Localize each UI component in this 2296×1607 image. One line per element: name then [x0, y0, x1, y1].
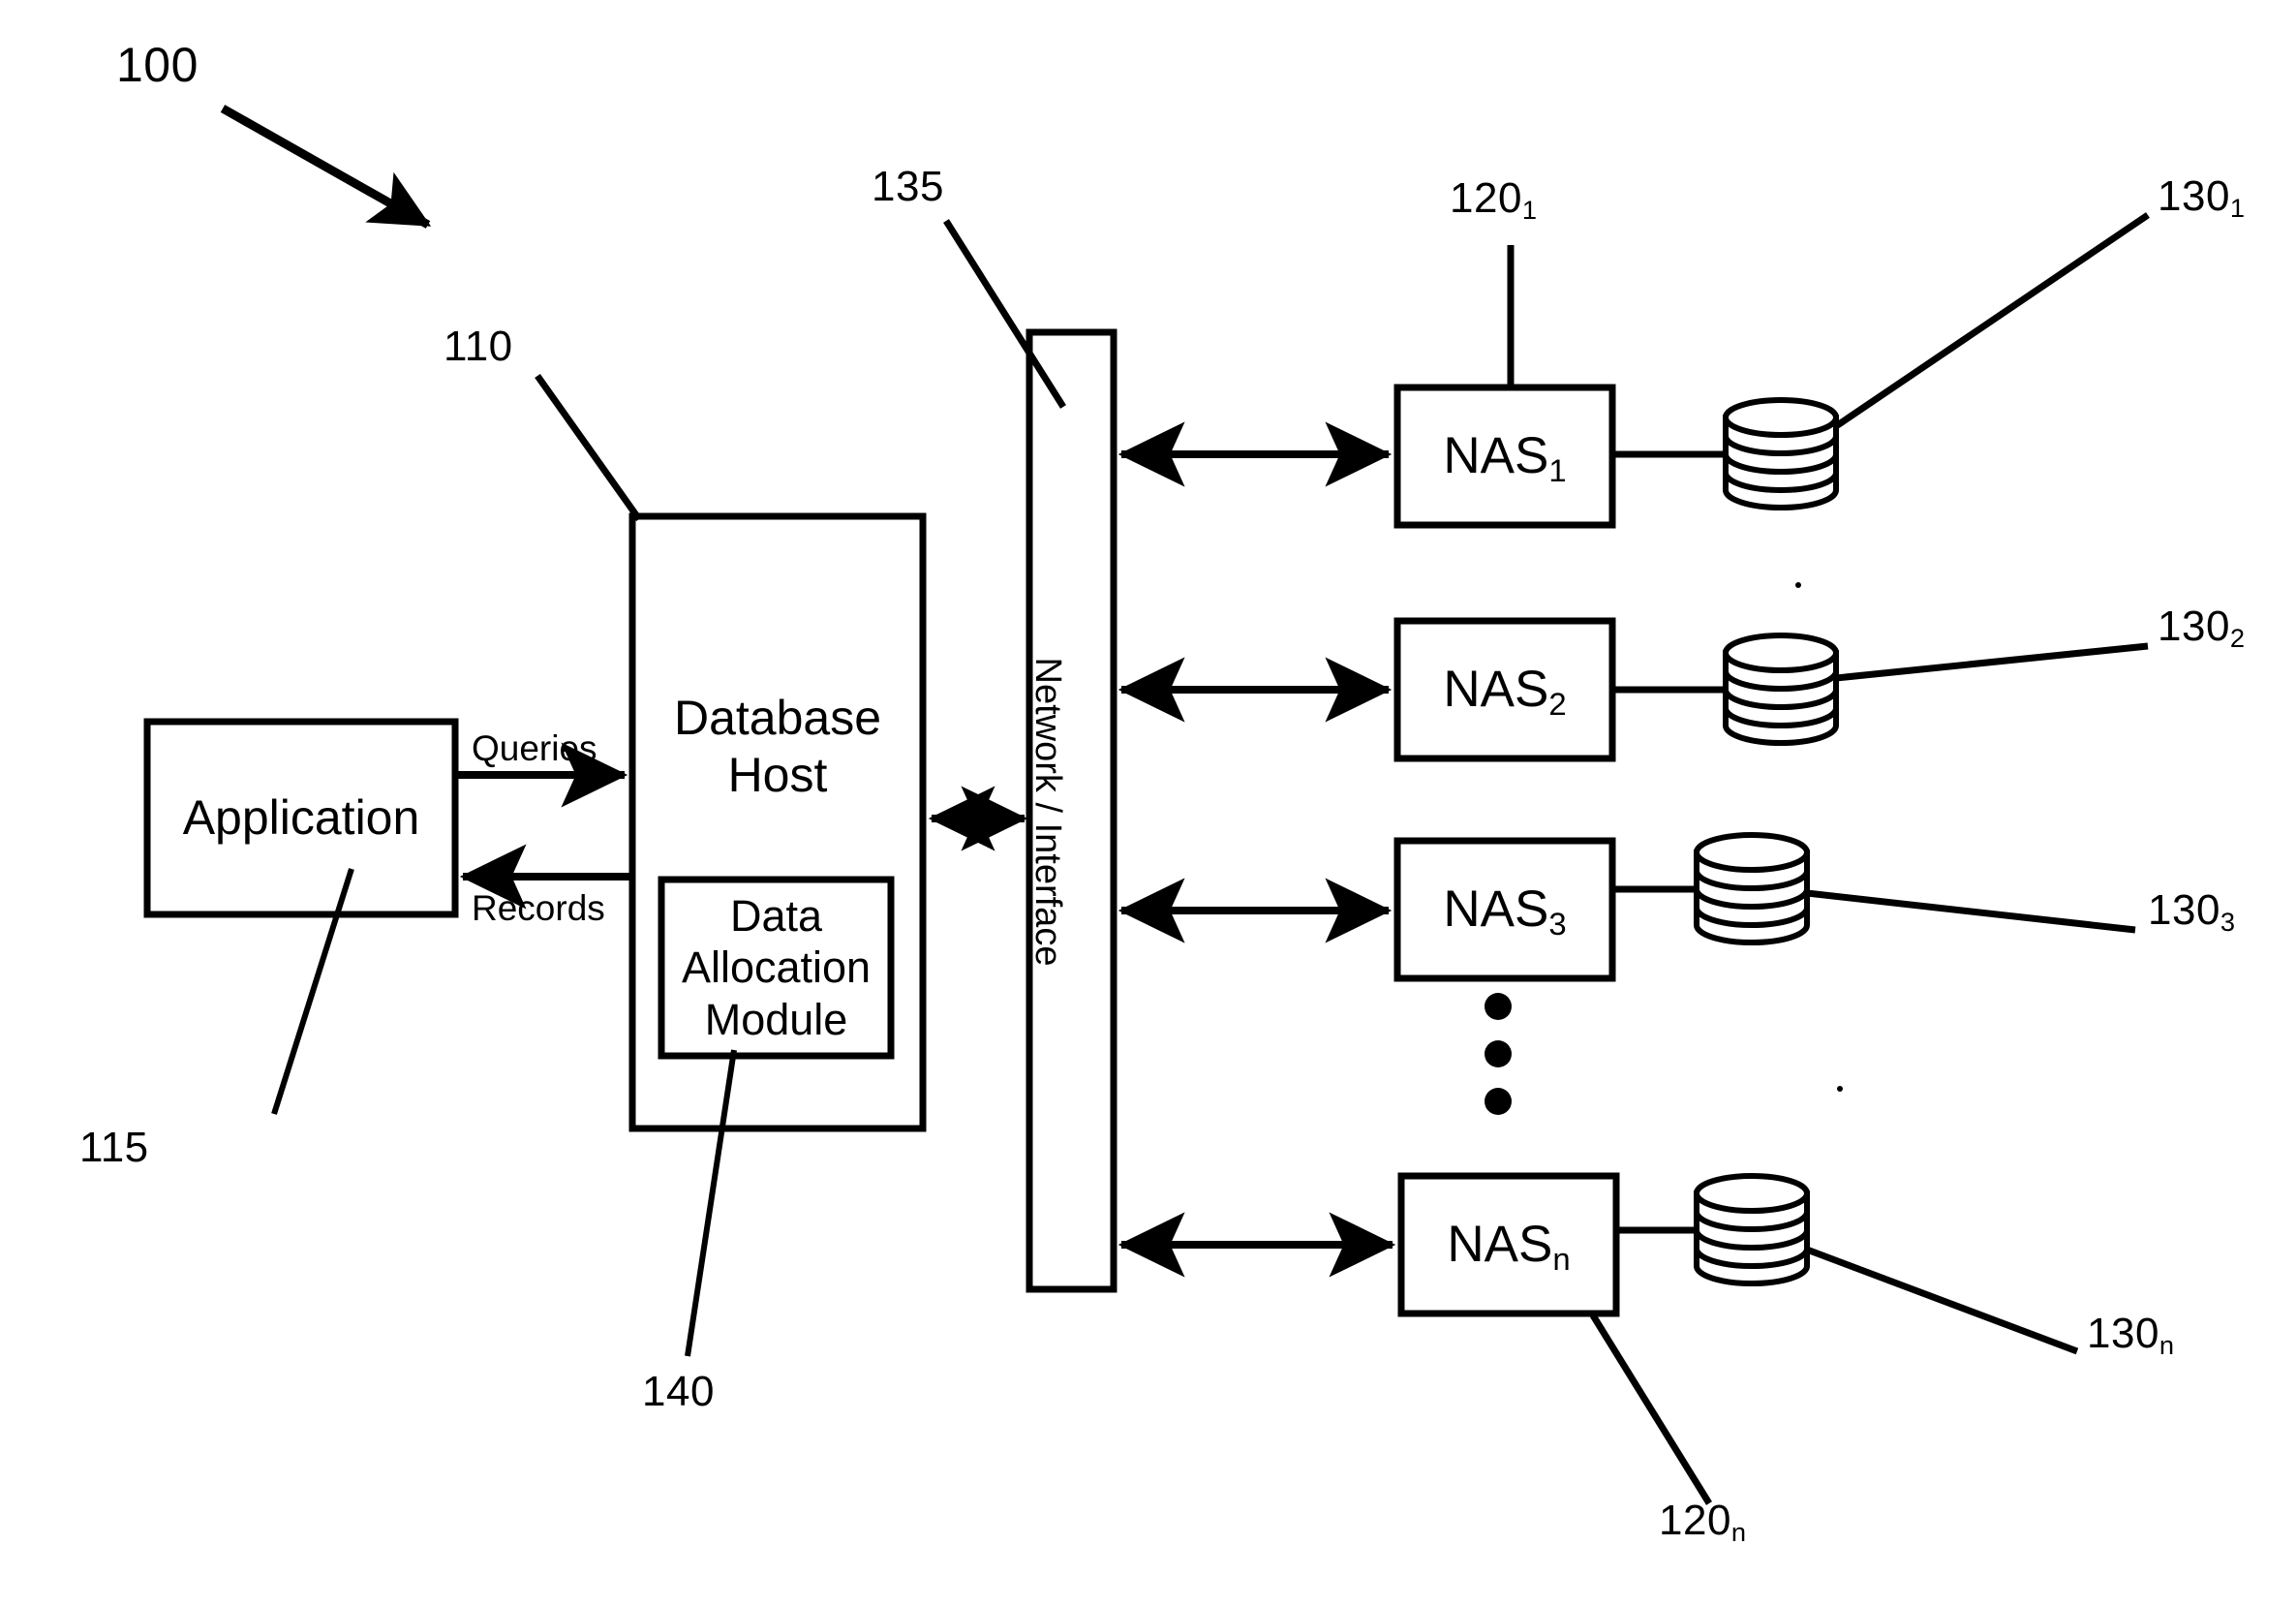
storage-cylinder-1[interactable] — [1723, 397, 1839, 510]
scan-speck — [1795, 582, 1801, 588]
ellipsis-dot-3 — [1485, 1088, 1512, 1115]
application-label: Application — [182, 790, 420, 845]
database-host-label: Database Host — [673, 691, 882, 802]
scan-speck — [1837, 1086, 1843, 1092]
storage-ref-3: 1303 — [2148, 886, 2236, 938]
storage-cylinder-3[interactable] — [1694, 832, 1810, 945]
storage-ref-2: 1302 — [2158, 603, 2246, 654]
nas-ref-n: 120n — [1659, 1497, 1747, 1548]
storage-ref-1: 1301 — [2158, 172, 2246, 224]
network-interface-ref-leader — [943, 219, 1066, 409]
figure-number-leader — [220, 105, 432, 229]
storage3-ref-leader — [1806, 889, 2136, 934]
nas-label-1: NAS1 — [1443, 426, 1567, 488]
nas-label-2: NAS2 — [1443, 660, 1567, 722]
storage-cylinder-n[interactable] — [1694, 1173, 1810, 1286]
application-ref: 115 — [79, 1124, 149, 1171]
figure-pointer-arrow — [220, 105, 432, 229]
ellipsis-dot-2 — [1485, 1040, 1512, 1067]
nas-ref-1: 1201 — [1450, 174, 1538, 226]
ellipsis-dot-1 — [1485, 993, 1512, 1020]
nas-label-n: NASn — [1447, 1215, 1571, 1277]
storagen-ref-leader — [1805, 1246, 2079, 1355]
figure-canvas: 100 Application 115 Database Host 110 Da… — [0, 0, 2296, 1607]
network-interface-label: Network / Interface — [1027, 657, 1069, 967]
storage-cylinder-2[interactable] — [1723, 633, 1839, 746]
queries-label: Queries — [472, 728, 597, 768]
storage2-ref-leader — [1835, 642, 2149, 682]
database-host-ref: 110 — [444, 323, 513, 370]
nasn-ref-leader — [1590, 1313, 1712, 1505]
data-allocation-module-ref: 140 — [642, 1368, 715, 1415]
storage-ref-n: 130n — [2087, 1310, 2175, 1361]
nas-ellipsis-dots — [1485, 993, 1512, 1115]
database-host-ref-leader — [535, 373, 642, 522]
figure-number: 100 — [116, 38, 199, 92]
network-interface-ref: 135 — [872, 163, 944, 210]
records-label: Records — [472, 888, 605, 928]
nas-label-3: NAS3 — [1443, 880, 1567, 942]
storage1-ref-leader — [1834, 212, 2150, 429]
data-allocation-module-label: Data Allocation Module — [681, 891, 872, 1044]
